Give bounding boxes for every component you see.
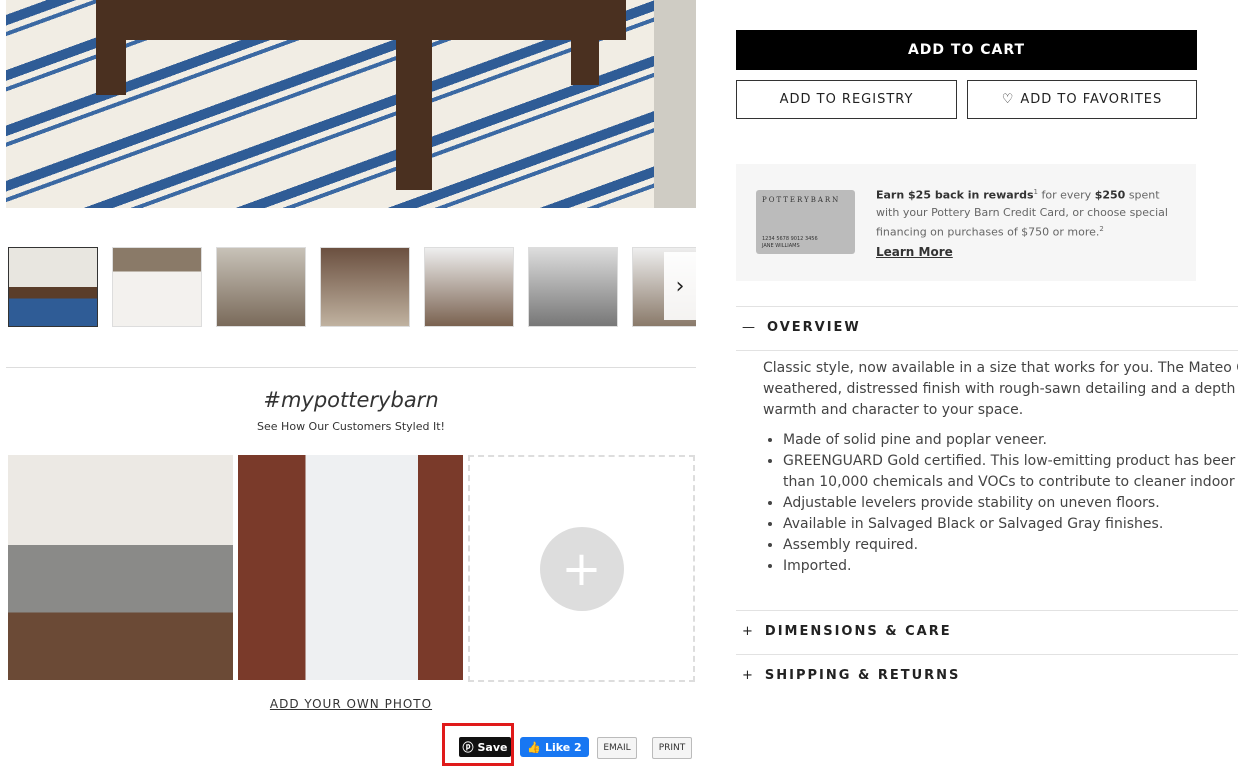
section-title: DIMENSIONS & CARE	[764, 624, 952, 639]
add-photo-button[interactable]: +	[468, 455, 695, 682]
add-to-favorites-button[interactable]: ♡ ADD TO FAVORITES	[967, 80, 1197, 119]
add-to-cart-button[interactable]: ADD TO CART	[736, 30, 1197, 70]
feature-bullet: Imported.	[783, 556, 1238, 577]
promo-text: Earn $25 back in rewards1 for every $250…	[876, 188, 1168, 239]
feature-bullet: Available in Salvaged Black or Salvaged …	[783, 514, 1238, 535]
add-to-registry-button[interactable]: ADD TO REGISTRY	[736, 80, 957, 119]
thumbs-up-icon: 👍	[527, 740, 541, 754]
customer-photo[interactable]	[238, 455, 463, 680]
plus-icon: +	[742, 624, 755, 639]
favorites-label: ADD TO FAVORITES	[1020, 92, 1163, 107]
print-button[interactable]: PRINT	[652, 737, 692, 759]
divider	[6, 367, 696, 368]
plus-icon: +	[539, 526, 624, 611]
minus-icon: —	[742, 320, 757, 335]
divider	[736, 306, 1238, 307]
desc-line: weathered, distressed finish with rough-…	[763, 381, 1236, 397]
overview-toggle[interactable]: — OVERVIEW	[742, 320, 861, 335]
email-button[interactable]: EMAIL	[597, 737, 637, 759]
thumbnail[interactable]	[528, 247, 618, 327]
learn-more-link[interactable]: Learn More	[876, 245, 953, 259]
overview-description: Classic style, now available in a size t…	[763, 358, 1238, 577]
shipping-returns-toggle[interactable]: + SHIPPING & RETURNS	[742, 668, 960, 683]
facebook-like-button[interactable]: 👍 Like 2	[520, 737, 589, 757]
thumbnail[interactable]	[112, 247, 202, 327]
heart-icon: ♡	[1001, 92, 1015, 107]
pinterest-label: Save	[477, 740, 508, 754]
thumbnail[interactable]	[216, 247, 306, 327]
add-your-own-photo-link[interactable]: ADD YOUR OWN PHOTO	[6, 697, 696, 711]
ugc-subtitle: See How Our Customers Styled It!	[257, 420, 445, 433]
ugc-hashtag: #mypotterybarn	[263, 388, 439, 412]
thumbnail[interactable]	[424, 247, 514, 327]
facebook-label: Like 2	[544, 740, 582, 754]
plus-icon: +	[742, 668, 755, 683]
chevron-right-icon[interactable]: ›	[664, 252, 696, 320]
thumbnail[interactable]	[320, 247, 410, 327]
overview-title: OVERVIEW	[767, 320, 861, 335]
pinterest-icon: ⓟ	[462, 741, 474, 754]
divider	[736, 654, 1238, 655]
customer-photo[interactable]	[8, 455, 233, 680]
thumbnail[interactable]	[8, 247, 98, 327]
feature-bullet: Assembly required.	[783, 535, 1238, 556]
credit-card-image: POTTERYBARN 1234 5678 9012 3456 JANE WIL…	[756, 190, 855, 254]
section-title: SHIPPING & RETURNS	[764, 668, 961, 683]
desc-line: warmth and character to your space.	[763, 402, 1024, 418]
product-main-image[interactable]	[6, 0, 696, 208]
dimensions-care-toggle[interactable]: + DIMENSIONS & CARE	[742, 624, 952, 639]
feature-bullet: GREENGUARD Gold certified. This low-emit…	[783, 451, 1238, 493]
feature-bullet: Made of solid pine and poplar veneer.	[783, 430, 1238, 451]
thumbnail-strip	[8, 247, 696, 329]
feature-bullet: Adjustable levelers provide stability on…	[783, 493, 1238, 514]
pinterest-save-button[interactable]: ⓟ Save	[459, 737, 511, 757]
divider	[736, 350, 1238, 351]
desc-line: Classic style, now available in a size t…	[763, 360, 1238, 376]
divider	[736, 610, 1238, 611]
